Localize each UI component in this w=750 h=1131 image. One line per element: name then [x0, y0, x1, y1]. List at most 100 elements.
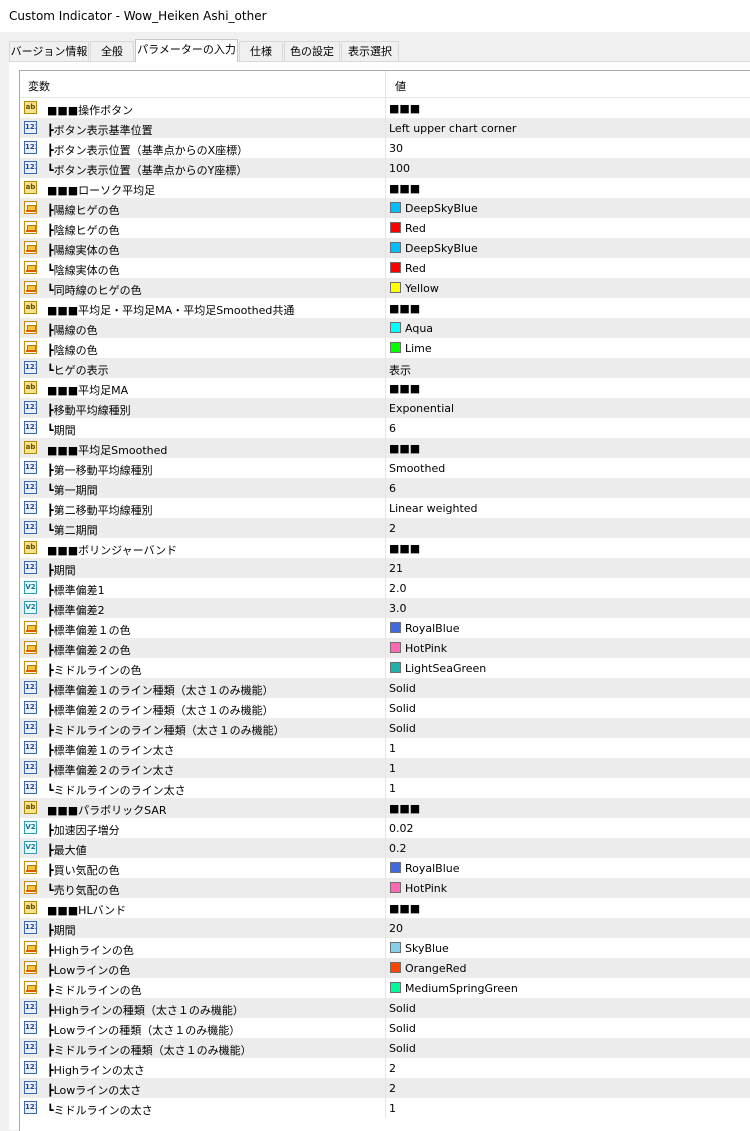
tab-input-parameters[interactable]: パラメーターの入力 — [135, 39, 238, 62]
parameter-value[interactable]: Red — [405, 262, 426, 275]
parameter-row[interactable]: ┣Highラインの色 SkyBlue — [20, 938, 750, 958]
parameter-row[interactable]: 123 ┣標準偏差１のライン種類（太さ１のみ機能） Solid — [20, 678, 750, 698]
parameter-value[interactable]: 表示 — [389, 362, 411, 378]
parameter-value[interactable]: ■■■ — [389, 382, 420, 395]
parameter-value[interactable]: 1 — [389, 1102, 396, 1115]
parameter-value[interactable]: 2 — [389, 522, 396, 535]
parameter-value[interactable]: 6 — [389, 422, 396, 435]
parameter-row[interactable]: 123 ┗期間 6 — [20, 418, 750, 438]
parameter-value[interactable]: SkyBlue — [405, 942, 449, 955]
parameter-row[interactable]: 123 ┗ミドルラインの太さ 1 — [20, 1098, 750, 1118]
parameter-value[interactable]: RoyalBlue — [405, 622, 460, 635]
parameter-row[interactable]: ab ■■■平均足・平均足MA・平均足Smoothed共通 ■■■ — [20, 298, 750, 318]
parameter-value[interactable]: DeepSkyBlue — [405, 202, 478, 215]
parameter-value[interactable]: 2 — [389, 1062, 396, 1075]
parameter-value[interactable]: Solid — [389, 702, 416, 715]
parameter-value[interactable]: 2.0 — [389, 582, 407, 595]
parameter-value[interactable]: ■■■ — [389, 182, 420, 195]
parameter-list[interactable]: 変数 値 ab ■■■操作ボタン ■■■ 123 ┣ボタン表示基準位置 Left uppe… — [19, 70, 750, 1131]
parameter-row[interactable]: 123 ┣ミドルラインのライン種類（太さ１のみ機能） Solid — [20, 718, 750, 738]
parameter-row[interactable]: 123 ┣期間 21 — [20, 558, 750, 578]
parameter-row[interactable]: V2 ┣標準偏差2 3.0 — [20, 598, 750, 618]
parameter-value[interactable]: 30 — [389, 142, 403, 155]
parameter-value[interactable]: OrangeRed — [405, 962, 467, 975]
parameter-value[interactable]: HotPink — [405, 882, 447, 895]
parameter-row[interactable]: 123 ┣移動平均線種別 Exponential — [20, 398, 750, 418]
parameter-row[interactable]: ab ■■■ローソク平均足 ■■■ — [20, 178, 750, 198]
parameter-value[interactable]: Smoothed — [389, 462, 445, 475]
parameter-value[interactable]: RoyalBlue — [405, 862, 460, 875]
parameter-row[interactable]: 123 ┗第一期間 6 — [20, 478, 750, 498]
parameter-value[interactable]: ■■■ — [389, 102, 420, 115]
parameter-row[interactable]: ┗同時線のヒゲの色 Yellow — [20, 278, 750, 298]
parameter-value[interactable]: ■■■ — [389, 302, 420, 315]
parameter-row[interactable]: V2 ┣加速因子増分 0.02 — [20, 818, 750, 838]
parameter-value[interactable]: 20 — [389, 922, 403, 935]
parameter-value[interactable]: ■■■ — [389, 542, 420, 555]
parameter-row[interactable]: ab ■■■パラボリックSAR ■■■ — [20, 798, 750, 818]
parameter-row[interactable]: ┣陰線の色 Lime — [20, 338, 750, 358]
parameter-value[interactable]: 21 — [389, 562, 403, 575]
parameter-row[interactable]: 123 ┗ミドルラインのライン太さ 1 — [20, 778, 750, 798]
parameter-row[interactable]: 123 ┗ヒゲの表示 表示 — [20, 358, 750, 378]
parameter-value[interactable]: Exponential — [389, 402, 454, 415]
parameter-row[interactable]: 123 ┣ボタン表示位置（基準点からのX座標） 30 — [20, 138, 750, 158]
parameter-row[interactable]: 123 ┣Highラインの種類（太さ１のみ機能） Solid — [20, 998, 750, 1018]
parameter-row[interactable]: ┣陰線ヒゲの色 Red — [20, 218, 750, 238]
parameter-row[interactable]: 123 ┣第二移動平均線種別 Linear weighted — [20, 498, 750, 518]
header-value[interactable]: 値 — [395, 78, 406, 94]
parameter-row[interactable]: ┣陽線の色 Aqua — [20, 318, 750, 338]
parameter-value[interactable]: 2 — [389, 1082, 396, 1095]
parameter-value[interactable]: ■■■ — [389, 902, 420, 915]
parameter-value[interactable]: ■■■ — [389, 802, 420, 815]
parameter-row[interactable]: ab ■■■平均足MA ■■■ — [20, 378, 750, 398]
parameter-row[interactable]: 123 ┗第二期間 2 — [20, 518, 750, 538]
parameter-value[interactable]: Red — [405, 222, 426, 235]
parameter-value[interactable]: Solid — [389, 682, 416, 695]
parameter-value[interactable]: 100 — [389, 162, 410, 175]
parameter-row[interactable]: 123 ┣標準偏差１のライン太さ 1 — [20, 738, 750, 758]
parameter-value[interactable]: Solid — [389, 1042, 416, 1055]
header-column-divider[interactable] — [385, 71, 386, 97]
parameter-row[interactable]: ┗陰線実体の色 Red — [20, 258, 750, 278]
parameter-row[interactable]: 123 ┣第一移動平均線種別 Smoothed — [20, 458, 750, 478]
parameter-row[interactable]: ┣標準偏差２の色 HotPink — [20, 638, 750, 658]
parameter-row[interactable]: ┣ミドルラインの色 MediumSpringGreen — [20, 978, 750, 998]
parameter-row[interactable]: ┗売り気配の色 HotPink — [20, 878, 750, 898]
parameter-row[interactable]: ┣陽線実体の色 DeepSkyBlue — [20, 238, 750, 258]
parameter-value[interactable]: MediumSpringGreen — [405, 982, 518, 995]
parameter-row[interactable]: ab ■■■ボリンジャーバンド ■■■ — [20, 538, 750, 558]
parameter-row[interactable]: ┣ミドルラインの色 LightSeaGreen — [20, 658, 750, 678]
parameter-value[interactable]: 1 — [389, 762, 396, 775]
parameter-value[interactable]: 1 — [389, 782, 396, 795]
parameter-row[interactable]: 123 ┣Highラインの太さ 2 — [20, 1058, 750, 1078]
parameter-row[interactable]: ┣陽線ヒゲの色 DeepSkyBlue — [20, 198, 750, 218]
parameter-value[interactable]: 3.0 — [389, 602, 407, 615]
parameter-row[interactable]: ab ■■■操作ボタン ■■■ — [20, 98, 750, 118]
tab-color-settings[interactable]: 色の設定 — [284, 41, 340, 61]
parameter-row[interactable]: 123 ┣Lowラインの種類（太さ１のみ機能） Solid — [20, 1018, 750, 1038]
parameter-value[interactable]: HotPink — [405, 642, 447, 655]
parameter-row[interactable]: V2 ┣最大値 0.2 — [20, 838, 750, 858]
parameter-value[interactable]: Left upper chart corner — [389, 122, 516, 135]
parameter-value[interactable]: ■■■ — [389, 442, 420, 455]
parameter-row[interactable]: 123 ┣ミドルラインの種類（太さ１のみ機能） Solid — [20, 1038, 750, 1058]
parameter-row[interactable]: 123 ┣Lowラインの太さ 2 — [20, 1078, 750, 1098]
parameter-row[interactable]: ┣Lowラインの色 OrangeRed — [20, 958, 750, 978]
parameter-value[interactable]: 1 — [389, 742, 396, 755]
parameter-value[interactable]: 0.02 — [389, 822, 414, 835]
parameter-row[interactable]: ┣標準偏差１の色 RoyalBlue — [20, 618, 750, 638]
parameter-value[interactable]: Solid — [389, 1002, 416, 1015]
tab-general[interactable]: 全般 — [90, 41, 134, 61]
parameter-value[interactable]: Yellow — [405, 282, 439, 295]
parameter-row[interactable]: ab ■■■平均足Smoothed ■■■ — [20, 438, 750, 458]
parameter-value[interactable]: Linear weighted — [389, 502, 478, 515]
parameter-value[interactable]: Aqua — [405, 322, 433, 335]
parameter-row[interactable]: 123 ┣期間 20 — [20, 918, 750, 938]
parameter-row[interactable]: ┣買い気配の色 RoyalBlue — [20, 858, 750, 878]
parameter-value[interactable]: Solid — [389, 722, 416, 735]
parameter-row[interactable]: 123 ┗ボタン表示位置（基準点からのY座標） 100 — [20, 158, 750, 178]
parameter-value[interactable]: DeepSkyBlue — [405, 242, 478, 255]
parameter-value[interactable]: Lime — [405, 342, 432, 355]
parameter-row[interactable]: V2 ┣標準偏差1 2.0 — [20, 578, 750, 598]
